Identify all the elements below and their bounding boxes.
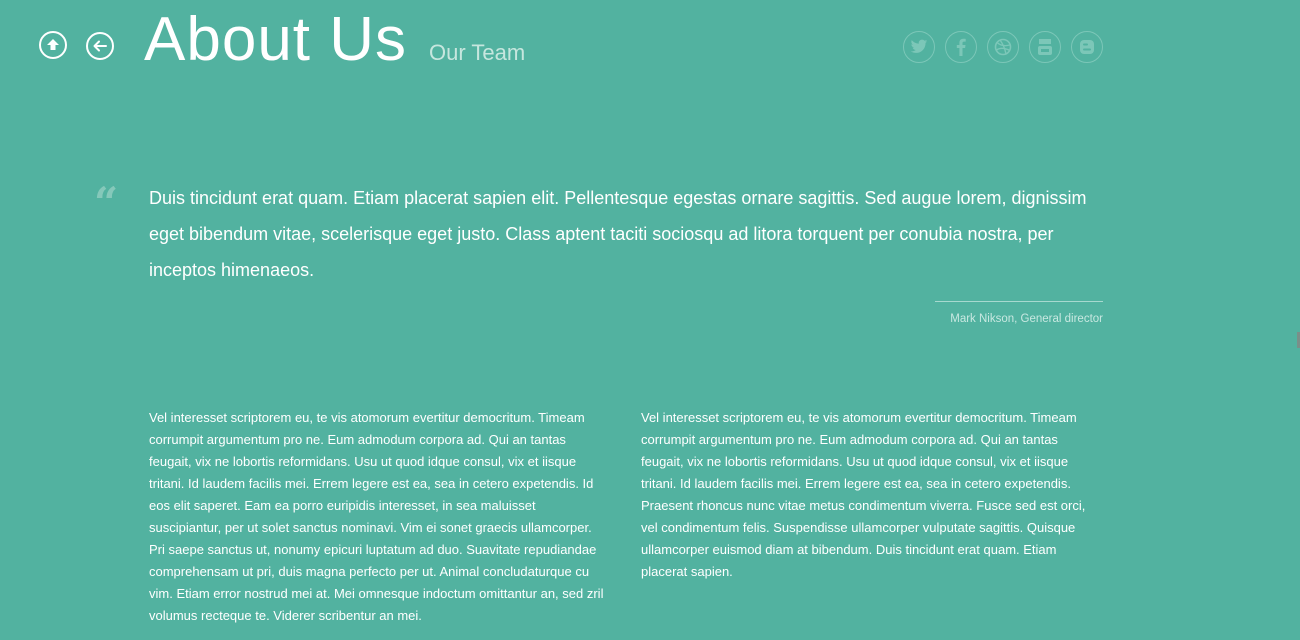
twitter-icon bbox=[910, 39, 928, 55]
dribbble-link[interactable] bbox=[987, 31, 1019, 63]
blogger-link[interactable] bbox=[1071, 31, 1103, 63]
facebook-icon bbox=[956, 38, 966, 56]
blogger-icon bbox=[1079, 39, 1095, 55]
dribbble-icon bbox=[994, 38, 1012, 56]
about-page: About Us Our Team “ Duis tincidunt erat … bbox=[0, 0, 1300, 640]
back-button[interactable] bbox=[86, 32, 114, 60]
quote-mark-icon: “ bbox=[94, 178, 119, 227]
home-arrow-up-icon bbox=[46, 38, 60, 52]
facebook-link[interactable] bbox=[945, 31, 977, 63]
quote-divider bbox=[935, 301, 1103, 302]
page-title: About Us bbox=[144, 5, 408, 74]
page-subtitle: Our Team bbox=[429, 40, 526, 65]
quote-text: Duis tincidunt erat quam. Etiam placerat… bbox=[149, 188, 1087, 280]
youtube-icon bbox=[1037, 38, 1053, 56]
home-button[interactable] bbox=[39, 31, 67, 59]
text-column-right: Vel interesset scriptorem eu, te vis ato… bbox=[641, 410, 1086, 579]
twitter-link[interactable] bbox=[903, 31, 935, 63]
arrow-left-icon bbox=[92, 39, 108, 53]
quote-author: Mark Nikson, General director bbox=[950, 313, 1103, 325]
youtube-link[interactable] bbox=[1029, 31, 1061, 63]
text-column-left: Vel interesset scriptorem eu, te vis ato… bbox=[149, 410, 604, 623]
